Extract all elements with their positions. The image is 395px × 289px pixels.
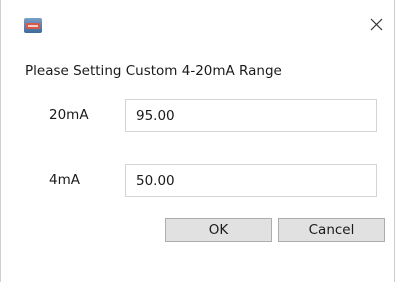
label-20ma: 20mA [49, 107, 89, 123]
app-icon [24, 18, 42, 33]
window-bottom-edge [0, 282, 395, 289]
input-4ma[interactable] [125, 164, 377, 197]
title-bar [1, 0, 394, 35]
close-icon [370, 18, 383, 31]
input-20ma[interactable] [125, 99, 377, 132]
cancel-button[interactable]: Cancel [278, 218, 385, 242]
dialog-prompt: Please Setting Custom 4-20mA Range [25, 63, 282, 79]
dialog-window: Please Setting Custom 4-20mA Range 20mA … [0, 0, 395, 283]
ok-button[interactable]: OK [165, 218, 272, 242]
app-icon-highlight [28, 25, 38, 27]
label-4ma: 4mA [49, 172, 80, 188]
close-button[interactable] [367, 15, 387, 35]
